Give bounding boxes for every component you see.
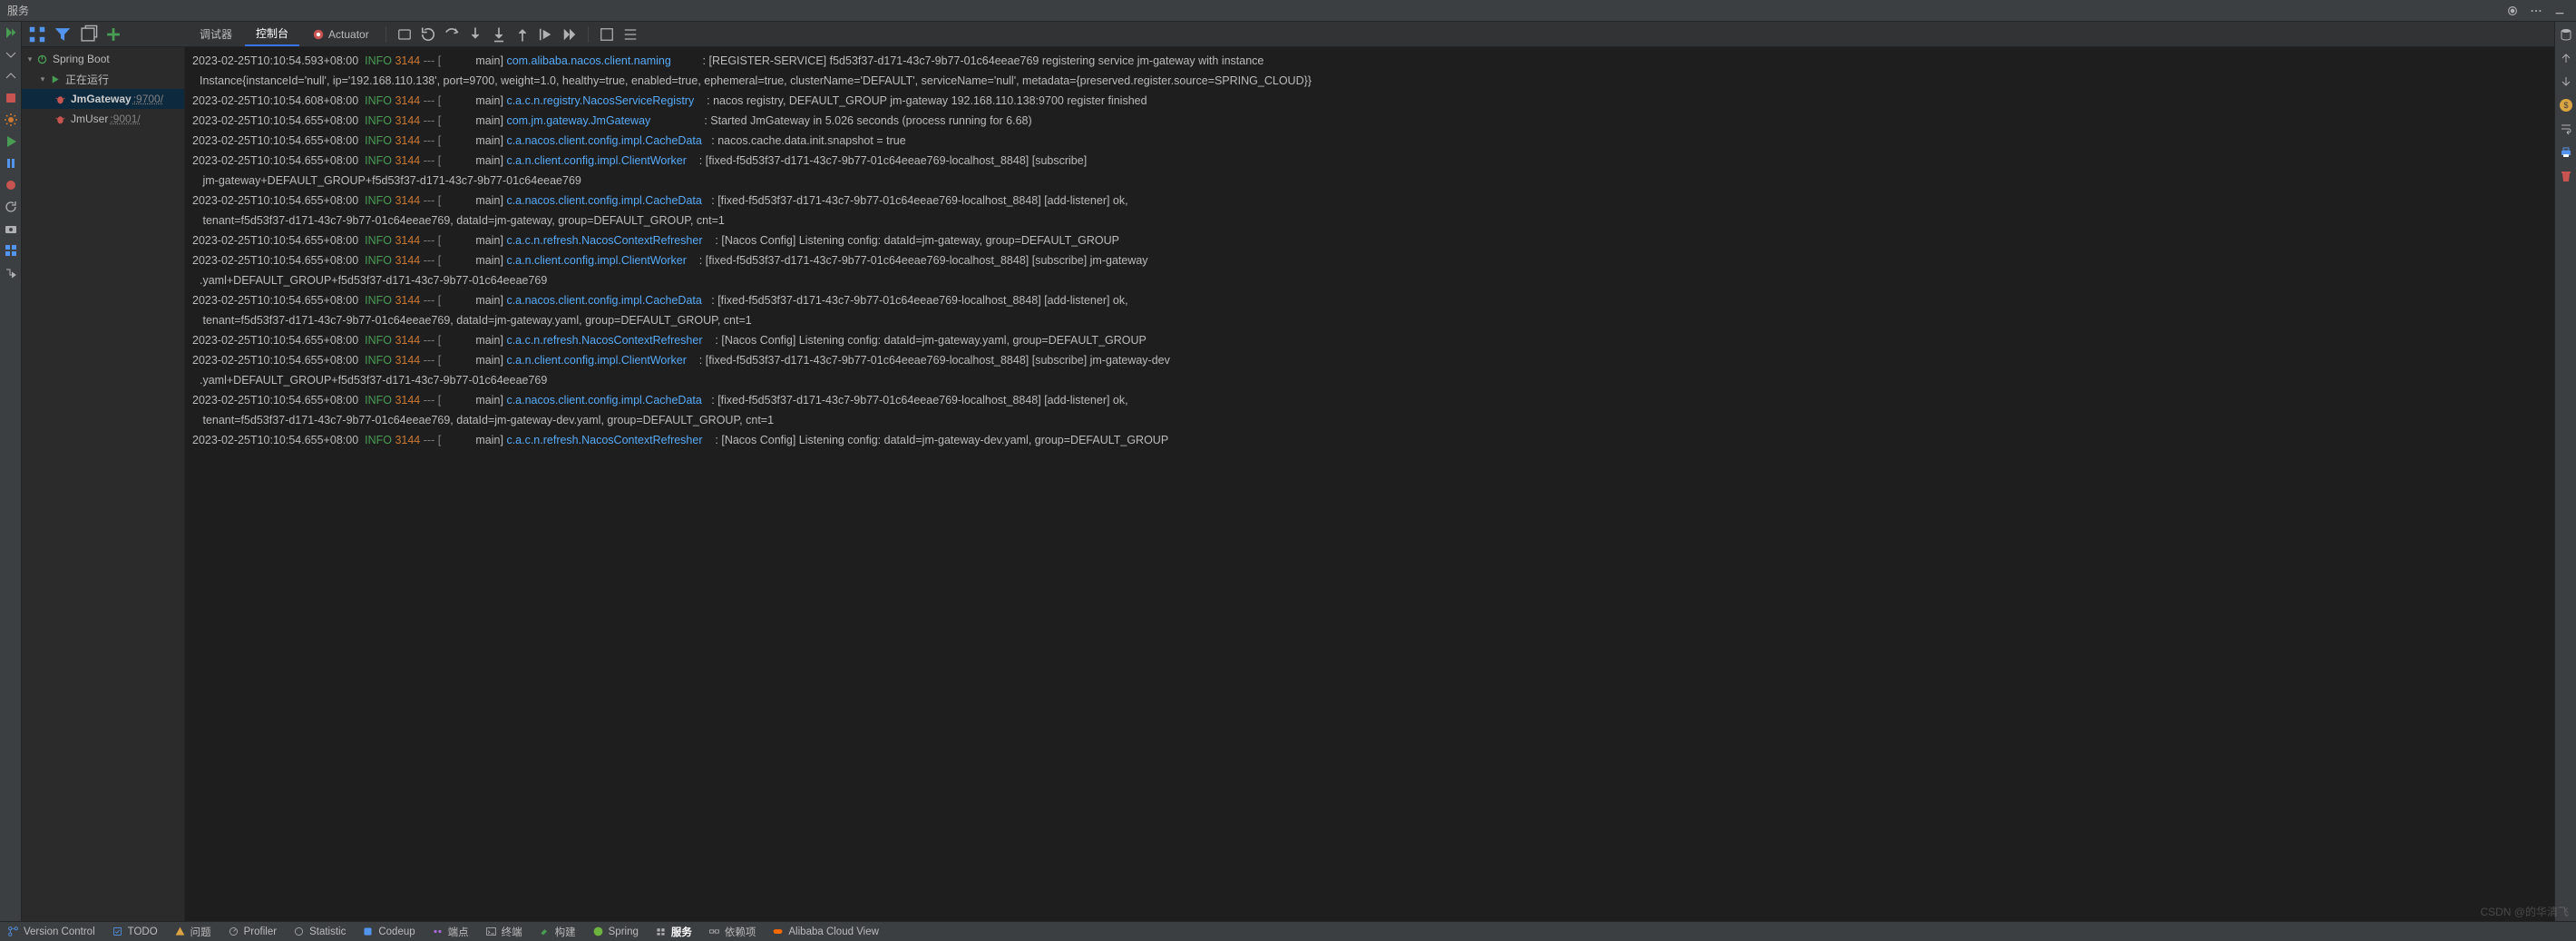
print-icon[interactable] <box>2559 145 2573 160</box>
bug-icon <box>53 93 67 105</box>
console-tabs: 调试器 控制台 Actuator <box>185 22 2554 47</box>
stats-icon <box>293 926 305 937</box>
tree-app-name-1: JmUser <box>71 113 108 125</box>
deps-icon <box>708 926 720 937</box>
tree-app-port-1: :9001/ <box>110 113 140 125</box>
target-icon[interactable] <box>2503 2 2522 20</box>
step-over-icon[interactable] <box>443 25 461 44</box>
tree-running-label: 正在运行 <box>65 72 109 87</box>
console-panel: 调试器 控制台 Actuator <box>185 22 2554 921</box>
bb-version-control[interactable]: Version Control <box>7 926 95 937</box>
right-tool-gutter: $ <box>2554 22 2576 921</box>
reload-icon[interactable] <box>4 200 18 214</box>
breakpoint-icon[interactable] <box>4 178 18 192</box>
expand-icon[interactable] <box>4 47 18 62</box>
step-icon[interactable] <box>4 265 18 279</box>
bug-icon <box>53 113 67 125</box>
branch-icon <box>7 926 19 937</box>
alibaba-icon <box>772 926 784 937</box>
bottom-status-bar: Version Control TODO 问题 Profiler Statist… <box>0 921 2576 941</box>
tree-root-spring-boot[interactable]: ▾ Spring Boot <box>22 49 184 69</box>
panel-header: 服务 <box>0 0 2576 22</box>
bb-alibaba[interactable]: Alibaba Cloud View <box>772 926 879 937</box>
bb-dependencies[interactable]: 依赖项 <box>708 925 756 939</box>
left-tool-gutter <box>0 22 22 921</box>
trace-icon[interactable] <box>621 25 639 44</box>
todo-icon <box>112 926 123 937</box>
tab-actuator[interactable]: Actuator <box>301 23 380 46</box>
settings-icon[interactable] <box>4 113 18 127</box>
add-icon[interactable] <box>103 25 123 44</box>
minimize-icon[interactable] <box>2551 2 2569 20</box>
svg-text:$: $ <box>2563 101 2568 110</box>
endpoints-icon <box>432 926 444 937</box>
trash-icon[interactable] <box>2559 169 2573 183</box>
bb-build[interactable]: 构建 <box>539 925 576 939</box>
pause-icon[interactable] <box>4 156 18 171</box>
camera-icon[interactable] <box>4 221 18 236</box>
tab-console[interactable]: 控制台 <box>245 23 299 46</box>
bb-todo[interactable]: TODO <box>112 926 158 937</box>
new-window-icon[interactable] <box>78 25 98 44</box>
attach-icon[interactable] <box>395 25 414 44</box>
evaluate-icon[interactable] <box>598 25 616 44</box>
services-icon <box>655 926 667 937</box>
tab-console-label: 控制台 <box>256 25 288 41</box>
power-icon <box>34 54 49 65</box>
force-step-into-icon[interactable] <box>490 25 508 44</box>
stop-icon[interactable] <box>4 91 18 105</box>
dollar-icon[interactable]: $ <box>2559 98 2573 113</box>
tab-debugger[interactable]: 调试器 <box>189 23 243 46</box>
filter-icon[interactable] <box>53 25 73 44</box>
spring-icon <box>592 926 604 937</box>
collapse-icon[interactable] <box>4 69 18 83</box>
services-toolbar <box>22 22 185 47</box>
tree-root-label: Spring Boot <box>53 53 110 65</box>
run-icon[interactable] <box>4 134 18 149</box>
services-tree: ▾ Spring Boot ▾ 正在运行 JmGateway:9700/ <box>22 47 185 921</box>
resume-icon[interactable] <box>419 25 437 44</box>
play-small-icon <box>47 74 62 84</box>
step-into-icon[interactable] <box>466 25 484 44</box>
bb-profiler[interactable]: Profiler <box>228 926 277 937</box>
up-arrow-icon[interactable] <box>2559 51 2573 65</box>
bb-spring[interactable]: Spring <box>592 926 639 937</box>
hammer-icon <box>539 926 551 937</box>
wrap-icon[interactable] <box>2559 122 2573 136</box>
bb-terminal[interactable]: 终端 <box>485 925 522 939</box>
terminal-icon <box>485 926 497 937</box>
profiler-icon <box>228 926 239 937</box>
actuator-icon <box>312 28 325 41</box>
down-arrow-icon[interactable] <box>2559 74 2573 89</box>
run-to-cursor-icon[interactable] <box>537 25 555 44</box>
skip-icon[interactable] <box>561 25 579 44</box>
warning-icon <box>174 926 186 937</box>
bb-codeup[interactable]: Codeup <box>362 926 415 937</box>
tree-app-name-0: JmGateway <box>71 93 132 105</box>
more-icon[interactable] <box>2527 2 2545 20</box>
codeup-icon <box>362 926 374 937</box>
tree-app-port-0: :9700/ <box>133 93 163 105</box>
layout-icon[interactable] <box>4 243 18 258</box>
tree-app-jmuser[interactable]: JmUser:9001/ <box>22 109 184 129</box>
log-output[interactable]: 2023-02-25T10:10:54.593+08:00 INFO 3144 … <box>185 47 2554 921</box>
rerun-icon[interactable] <box>4 25 18 40</box>
bb-services[interactable]: 服务 <box>655 925 692 939</box>
bb-statistic[interactable]: Statistic <box>293 926 346 937</box>
step-out-icon[interactable] <box>513 25 532 44</box>
tab-actuator-label: Actuator <box>328 28 369 41</box>
grid-icon[interactable] <box>27 25 47 44</box>
tree-running-group[interactable]: ▾ 正在运行 <box>22 69 184 89</box>
db-icon[interactable] <box>2559 27 2573 42</box>
tab-debugger-label: 调试器 <box>200 26 232 42</box>
tree-app-jmgateway[interactable]: JmGateway:9700/ <box>22 89 184 109</box>
bb-problems[interactable]: 问题 <box>174 925 211 939</box>
bb-endpoints[interactable]: 端点 <box>432 925 469 939</box>
panel-title: 服务 <box>7 3 29 18</box>
